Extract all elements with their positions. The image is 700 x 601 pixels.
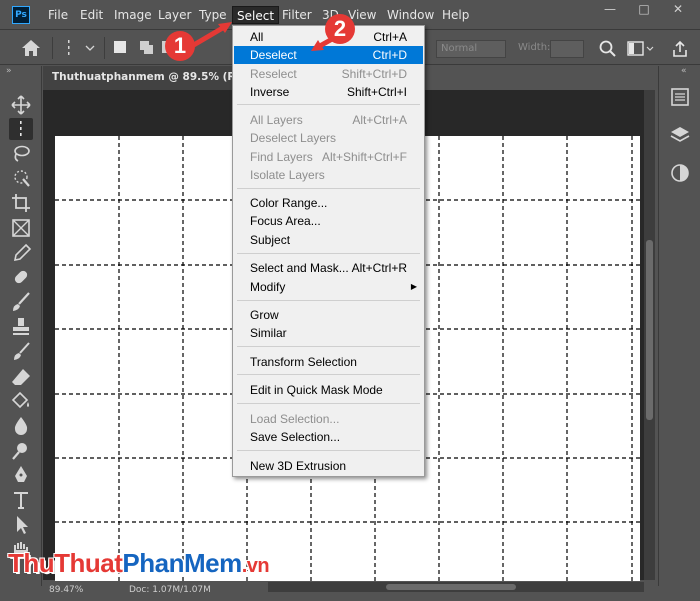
width-field[interactable]	[550, 40, 584, 58]
blur-tool-icon[interactable]	[9, 415, 33, 437]
status-bar: 89.47% Doc: 1.07M/1.07M	[43, 582, 268, 601]
menu-separator	[237, 104, 420, 105]
menu-item-quick-mask[interactable]: Edit in Quick Mask Mode	[234, 381, 423, 399]
menu-item-load-selection: Load Selection...	[250, 412, 340, 426]
tools-panel: »	[0, 66, 42, 586]
menu-layer[interactable]: Layer	[154, 6, 195, 24]
clone-stamp-tool-icon[interactable]	[9, 316, 33, 338]
menu-file[interactable]: File	[44, 6, 72, 24]
menu-select[interactable]: Select	[232, 6, 280, 24]
watermark-part: Phan	[122, 548, 184, 578]
select-menu: All Ctrl+A Deselect Ctrl+D Reselect Shift+C…	[232, 25, 425, 477]
close-button[interactable]: ✕	[668, 2, 688, 16]
quick-selection-tool-icon[interactable]	[9, 167, 33, 189]
history-brush-tool-icon[interactable]	[9, 341, 33, 363]
path-selection-tool-icon[interactable]	[9, 514, 33, 536]
menu-window[interactable]: Window	[383, 6, 438, 24]
menu-separator	[237, 374, 420, 375]
status-doc-size: Doc: 1.07M/1.07M	[129, 585, 211, 595]
vertical-scrollbar-thumb[interactable]	[646, 240, 653, 420]
brush-tool-icon[interactable]	[9, 291, 33, 313]
menu-item-isolate-layers: Isolate Layers	[250, 168, 325, 182]
horizontal-scrollbar[interactable]	[268, 582, 644, 592]
menu-filter[interactable]: Filter	[278, 6, 316, 24]
step-2-badge: 2	[325, 14, 355, 44]
move-tool-icon[interactable]	[9, 94, 33, 116]
menu-item-find-layers: Find Layers Alt+Shift+Ctrl+F	[250, 150, 407, 164]
menu-item-select-and-mask[interactable]: Select and Mask... Alt+Ctrl+R	[234, 259, 423, 277]
menu-separator	[237, 450, 420, 451]
menu-item-reselect: Reselect Shift+Ctrl+D	[250, 67, 407, 81]
menu-type[interactable]: Type	[195, 6, 231, 24]
collapse-panel-icon[interactable]: «	[681, 66, 687, 76]
site-watermark: ThuThuatPhanMem.vn	[8, 548, 270, 580]
menu-item-deselect[interactable]: Deselect Ctrl+D	[234, 46, 423, 64]
width-label: Width:	[518, 42, 551, 53]
menu-image[interactable]: Image	[110, 6, 156, 24]
eraser-tool-icon[interactable]	[9, 366, 33, 388]
status-zoom[interactable]: 89.47%	[49, 585, 83, 595]
vertical-scrollbar[interactable]	[644, 90, 655, 580]
menu-edit[interactable]: Edit	[76, 6, 107, 24]
menu-item-all-layers: All Layers Alt+Ctrl+A	[250, 113, 407, 127]
type-tool-icon[interactable]	[9, 489, 33, 511]
dodge-tool-icon[interactable]	[9, 440, 33, 462]
menu-item-inverse[interactable]: Inverse Shift+Ctrl+I	[234, 83, 423, 101]
options-separator	[104, 37, 105, 59]
options-separator	[52, 37, 53, 59]
right-panel-dock: «	[658, 66, 700, 586]
marquee-tool-preset-icon[interactable]	[62, 37, 98, 59]
step-1-badge: 1	[165, 31, 195, 61]
eyedropper-tool-icon[interactable]	[9, 242, 33, 264]
photoshop-logo: Ps	[12, 6, 30, 24]
minimize-button[interactable]: —	[600, 2, 620, 16]
watermark-part: Thu	[8, 548, 55, 578]
menu-item-grow[interactable]: Grow	[234, 306, 423, 324]
style-dropdown[interactable]: Normal	[436, 40, 506, 58]
workspace-icon[interactable]	[626, 40, 656, 58]
crop-tool-icon[interactable]	[9, 192, 33, 214]
add-to-selection-icon[interactable]	[140, 41, 153, 54]
search-icon[interactable]	[598, 39, 618, 59]
submenu-arrow-icon: ▶	[410, 282, 417, 291]
menu-separator	[237, 300, 420, 301]
watermark-part: Mem	[184, 548, 242, 578]
healing-brush-tool-icon[interactable]	[9, 266, 33, 288]
menu-separator	[237, 346, 420, 347]
collapse-panel-icon[interactable]: »	[6, 66, 12, 76]
menu-item-modify[interactable]: Modify ▶	[234, 278, 423, 296]
menu-item-subject[interactable]: Subject	[234, 231, 423, 249]
maximize-button[interactable]: □	[634, 2, 654, 16]
menu-item-deselect-layers: Deselect Layers	[250, 131, 337, 145]
new-selection-icon[interactable]	[114, 41, 126, 53]
menu-separator	[237, 188, 420, 189]
properties-panel-icon[interactable]	[669, 86, 691, 108]
menu-help[interactable]: Help	[438, 6, 473, 24]
menu-separator	[237, 403, 420, 404]
home-icon[interactable]	[20, 38, 42, 58]
adjustments-panel-icon[interactable]	[669, 162, 691, 184]
watermark-part: Thuat	[54, 548, 123, 578]
menu-item-transform-selection[interactable]: Transform Selection	[234, 353, 423, 371]
menu-item-color-range[interactable]: Color Range...	[234, 194, 423, 212]
rectangular-marquee-tool-icon[interactable]	[9, 118, 33, 140]
menu-item-save-selection[interactable]: Save Selection...	[234, 428, 423, 446]
menu-separator	[237, 253, 420, 254]
menu-item-new-3d-extrusion[interactable]: New 3D Extrusion	[234, 457, 423, 475]
share-icon[interactable]	[670, 39, 690, 59]
lasso-tool-icon[interactable]	[9, 143, 33, 165]
paint-bucket-tool-icon[interactable]	[9, 390, 33, 412]
menu-item-similar[interactable]: Similar	[234, 324, 423, 342]
layers-panel-icon[interactable]	[669, 124, 691, 146]
pen-tool-icon[interactable]	[9, 464, 33, 486]
horizontal-scrollbar-thumb[interactable]	[386, 584, 516, 590]
menu-item-focus-area[interactable]: Focus Area...	[234, 212, 423, 230]
frame-tool-icon[interactable]	[9, 217, 33, 239]
watermark-part: .vn	[241, 555, 270, 577]
